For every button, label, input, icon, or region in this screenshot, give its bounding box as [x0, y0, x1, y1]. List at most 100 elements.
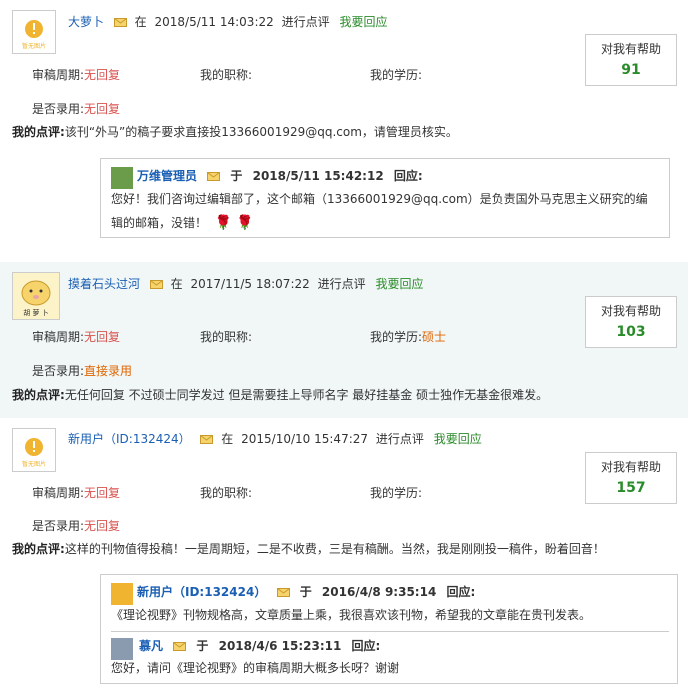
reply-avatar[interactable] — [111, 167, 133, 189]
user-avatar[interactable]: 暂无图片 — [12, 428, 56, 472]
review-time: 2015/10/10 15:47:27 — [241, 432, 369, 446]
helpful-label: 对我有帮助 — [600, 460, 661, 474]
reply-avatar[interactable] — [111, 583, 133, 605]
action-label: 进行点评 — [281, 15, 330, 29]
in-label: 于 — [299, 585, 312, 599]
period-field: 审稿周期:无回复 — [32, 485, 120, 501]
accepted-field: 是否录用:无回复 — [32, 518, 120, 534]
mail-icon[interactable] — [200, 435, 214, 444]
title-field: 我的职称: — [200, 485, 252, 501]
accepted-label: 是否录用: — [32, 102, 85, 116]
in-label: 于 — [230, 169, 243, 183]
accepted-value: 直接录用 — [84, 364, 133, 378]
period-value: 无回复 — [84, 330, 121, 344]
reply-body: 《理论视野》刊物规格高，文章质量上乘，我很喜欢该刊物，希望我的文章能在贵刊发表。 — [111, 608, 592, 622]
reply-body: 您好！我们咨询过编辑部了，这个邮箱（13366001929@qq.com）是负责… — [111, 192, 648, 230]
period-label: 审稿周期: — [32, 486, 85, 500]
reply-time: 2018/4/6 15:23:11 — [218, 639, 342, 653]
helpful-count: 103 — [616, 324, 646, 340]
accepted-label: 是否录用: — [32, 364, 85, 378]
reply-text: 您好！我们咨询过编辑部了，这个邮箱（13366001929@qq.com）是负责… — [111, 187, 659, 235]
period-value: 无回复 — [84, 486, 121, 500]
username-link[interactable]: 新用户（ID:132424） — [68, 432, 191, 446]
accepted-value: 无回复 — [84, 519, 121, 533]
username-link[interactable]: 摸着石头过河 — [68, 277, 140, 291]
action-label: 进行点评 — [317, 277, 366, 291]
period-field: 审稿周期:无回复 — [32, 329, 120, 345]
mail-icon[interactable] — [276, 588, 290, 597]
helpful-box[interactable]: 对我有帮助 103 — [585, 296, 677, 348]
mail-icon[interactable] — [113, 18, 127, 27]
reply-body: 您好，请问《理论视野》的审稿周期大概多长呀？谢谢 — [111, 661, 400, 675]
placeholder-avatar-icon: 暂无图片 — [22, 20, 46, 50]
reply-header: 新用户（ID:132424） 于 2016/4/8 9:35:14 回应: — [137, 584, 475, 600]
period-label: 审稿周期: — [32, 68, 85, 82]
reply-header: 慕凡 于 2018/4/6 15:23:11 回应: — [139, 638, 380, 654]
helpful-box[interactable]: 对我有帮助 157 — [585, 452, 677, 504]
reply-username[interactable]: 新用户（ID:132424） — [137, 585, 266, 599]
accepted-field: 是否录用:直接录用 — [32, 363, 132, 379]
placeholder-avatar-icon: 暂无图片 — [22, 438, 46, 468]
reply-username[interactable]: 慕凡 — [139, 639, 163, 653]
education-label: 我的学历: — [370, 68, 423, 82]
comment-text: 该刊“外马”的稿子要求直接投13366001929@qq.com，请管理员核实。 — [64, 125, 458, 139]
username-link[interactable]: 大萝卜 — [68, 15, 104, 29]
review-time: 2018/5/11 14:03:22 — [154, 15, 274, 29]
title-field: 我的职称: — [200, 329, 252, 345]
in-label: 于 — [196, 639, 209, 653]
user-avatar[interactable]: 暂无图片 — [12, 10, 56, 54]
period-value: 无回复 — [84, 68, 121, 82]
at-label: 在 — [221, 432, 234, 446]
nested-reply: 慕凡 于 2018/4/6 15:23:11 回应: 您好，请问《理论视野》的审… — [111, 631, 669, 682]
review-header: 大萝卜 在 2018/5/11 14:03:22 进行点评 我要回应 — [68, 14, 387, 30]
comment-text: 无任何回复 不过硕士同学发过 但是需要挂上导师名字 最好挂基金 硕士独作无基金很… — [64, 388, 549, 402]
title-field: 我的职称: — [200, 67, 252, 83]
education-value: 硕士 — [422, 330, 447, 344]
comment-label: 我的点评: — [12, 388, 65, 402]
reply-text: 您好，请问《理论视野》的审稿周期大概多长呀？谢谢 — [111, 656, 659, 680]
rose-icon: 🌹 — [236, 215, 254, 231]
review-1: 暂无图片 大萝卜 在 2018/5/11 14:03:22 进行点评 我要回应 … — [0, 0, 688, 262]
reply-label: 回应: — [393, 169, 423, 183]
reply-box: 新用户（ID:132424） 于 2016/4/8 9:35:14 回应: 《理… — [100, 574, 678, 684]
reply-text: 《理论视野》刊物规格高，文章质量上乘，我很喜欢该刊物，希望我的文章能在贵刊发表。 — [111, 603, 667, 627]
reply-time: 2016/4/8 9:35:14 — [321, 585, 437, 599]
review-2: 胡 萝 卜 摸着石头过河 在 2017/11/5 18:07:22 进行点评 我… — [0, 262, 688, 418]
respond-link[interactable]: 我要回应 — [434, 432, 482, 446]
period-label: 审稿周期: — [32, 330, 85, 344]
review-comment: 我的点评:这样的刊物值得投稿！一是周期短，二是不收费，三是有稿酬。当然，我是刚刚… — [12, 540, 678, 558]
mail-icon[interactable] — [149, 280, 163, 289]
mail-icon[interactable] — [173, 642, 187, 651]
review-comment: 我的点评:该刊“外马”的稿子要求直接投13366001929@qq.com，请管… — [12, 123, 678, 141]
respond-link[interactable]: 我要回应 — [375, 277, 423, 291]
comment-text: 这样的刊物值得投稿！一是周期短，二是不收费，三是有稿酬。当然，我是刚刚投一稿件，… — [64, 542, 605, 556]
comment-label: 我的点评: — [12, 125, 65, 139]
accepted-label: 是否录用: — [32, 519, 85, 533]
review-time: 2017/11/5 18:07:22 — [190, 277, 310, 291]
helpful-count: 157 — [616, 480, 646, 496]
reply-username[interactable]: 万维管理员 — [137, 169, 197, 183]
reply-label: 回应: — [446, 585, 476, 599]
user-avatar[interactable]: 胡 萝 卜 — [12, 272, 60, 320]
review-header: 新用户（ID:132424） 在 2015/10/10 15:47:27 进行点… — [68, 431, 482, 447]
action-label: 进行点评 — [375, 432, 424, 446]
review-3: 暂无图片 新用户（ID:132424） 在 2015/10/10 15:47:2… — [0, 418, 688, 694]
reply-time: 2018/5/11 15:42:12 — [252, 169, 384, 183]
helpful-box[interactable]: 对我有帮助 91 — [585, 34, 677, 86]
education-field: 我的学历: — [370, 485, 422, 501]
helpful-label: 对我有帮助 — [600, 42, 661, 56]
title-label: 我的职称: — [200, 68, 253, 82]
avatar-caption: 胡 萝 卜 — [23, 308, 48, 317]
title-label: 我的职称: — [200, 330, 253, 344]
helpful-count: 91 — [621, 62, 641, 78]
reply-box: 万维管理员 于 2018/5/11 15:42:12 回应: 您好！我们咨询过编… — [100, 158, 670, 238]
reply-label: 回应: — [351, 639, 381, 653]
respond-link[interactable]: 我要回应 — [339, 15, 387, 29]
mail-icon[interactable] — [207, 172, 221, 181]
avatar-caption: 暂无图片 — [22, 42, 46, 50]
at-label: 在 — [170, 277, 183, 291]
accepted-field: 是否录用:无回复 — [32, 101, 120, 117]
piggy-avatar-icon: 胡 萝 卜 — [21, 280, 51, 317]
period-field: 审稿周期:无回复 — [32, 67, 120, 83]
at-label: 在 — [134, 15, 147, 29]
